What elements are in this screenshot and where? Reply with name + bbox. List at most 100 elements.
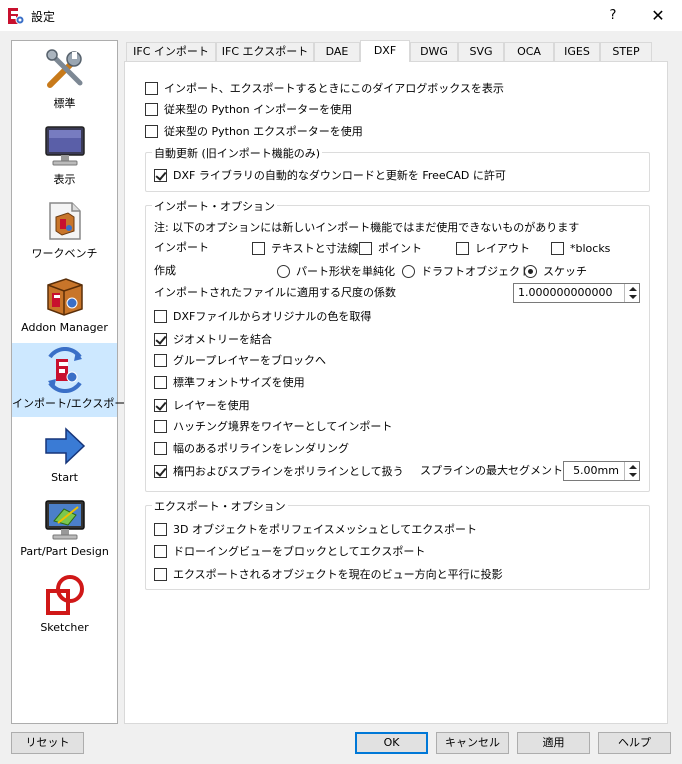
render-polylines-checkbox[interactable]: 幅のあるポリラインをレンダリング	[154, 439, 349, 457]
scale-factor-spinbox[interactable]: 1.000000000000	[513, 283, 640, 303]
checkbox-box	[154, 309, 167, 323]
title-bar: 設定 ? ✕	[0, 0, 682, 31]
checkbox-box	[154, 544, 167, 558]
scale-factor-value: 1.000000000000	[518, 286, 613, 299]
import-layouts-checkbox[interactable]: レイアウト	[456, 239, 530, 257]
spin-down-icon[interactable]	[629, 473, 637, 477]
checkbox-box	[154, 419, 167, 433]
addon-box-icon	[47, 278, 83, 316]
original-colors-checkbox[interactable]: DXFファイルからオリジナルの色を取得	[154, 307, 371, 325]
discretize-ellipses-checkbox[interactable]: 楕円およびスプラインをポリラインとして扱う	[154, 462, 404, 480]
checkbox-box	[154, 168, 167, 182]
checkbox-box	[154, 441, 167, 455]
sidebar-item-general[interactable]: 標準	[12, 43, 117, 117]
cancel-button[interactable]: キャンセル	[436, 732, 509, 754]
checkbox-box	[154, 464, 167, 478]
checkbox-box	[252, 241, 265, 255]
group-layers-checkbox[interactable]: グループレイヤーをブロックへ	[154, 351, 326, 369]
tab-iges[interactable]: IGES	[554, 42, 600, 61]
tab-step[interactable]: STEP	[600, 42, 652, 61]
create-label: 作成	[154, 264, 176, 277]
sidebar-item-part-design[interactable]: Part/Part Design	[12, 493, 117, 567]
spin-up-icon[interactable]	[629, 287, 637, 291]
import-texts-checkbox[interactable]: テキストと寸法線	[252, 239, 359, 257]
import-options-group: インポート・オプション 注: 以下のオプションには新しいインポート機能ではまだ使…	[145, 198, 650, 492]
tab-oca[interactable]: OCA	[504, 42, 554, 61]
category-sidebar: 標準 表示 ワークベンチ Addon Manager インポート/エクスポート …	[11, 40, 137, 724]
project-to-view-checkbox[interactable]: エクスポートされるオブジェクトを現在のビュー方向と平行に投影	[154, 565, 503, 583]
tab-dae[interactable]: DAE	[314, 42, 360, 61]
checkbox-box	[154, 332, 167, 346]
spin-down-icon[interactable]	[629, 295, 637, 299]
tab-ifc-export[interactable]: IFC エクスポート	[216, 42, 314, 61]
checkbox-box	[551, 241, 564, 255]
workbench-icon	[49, 202, 81, 240]
checkbox-box	[145, 124, 158, 138]
import-label: インポート	[154, 241, 209, 254]
sidebar-item-label: Part/Part Design	[20, 545, 109, 558]
apply-button[interactable]: 適用	[517, 732, 590, 754]
checkbox-box	[359, 241, 372, 255]
checkbox-box	[154, 567, 167, 581]
dxf-settings-panel: インポート、エクスポートするときにこのダイアログボックスを表示 従来型の Pyt…	[124, 61, 668, 724]
sidebar-item-addon-manager[interactable]: Addon Manager	[12, 269, 117, 343]
group-title: インポート・オプション	[152, 198, 277, 214]
sidebar-item-label: 表示	[53, 173, 76, 186]
help-title-button[interactable]: ?	[596, 4, 630, 28]
legacy-exporter-checkbox[interactable]: 従来型の Python エクスポーターを使用	[145, 122, 363, 140]
freecad-logo-icon	[8, 8, 25, 25]
scale-label: インポートされたファイルに適用する尺度の係数	[154, 286, 396, 299]
sidebar-item-workbench[interactable]: ワークベンチ	[12, 193, 117, 267]
spin-arrows[interactable]	[624, 284, 639, 302]
sidebar-item-label: Addon Manager	[21, 321, 108, 334]
checkbox-box	[154, 398, 167, 412]
tab-dwg[interactable]: DWG	[410, 42, 458, 61]
sidebar-item-import-export[interactable]: インポート/エクスポート	[12, 343, 137, 417]
sidebar-item-start[interactable]: Start	[12, 419, 117, 493]
close-button[interactable]: ✕	[640, 4, 676, 28]
export-options-group: エクスポート・オプション 3D オブジェクトをポリフェイスメッシュとしてエクスポ…	[145, 498, 650, 590]
spin-up-icon[interactable]	[629, 465, 637, 469]
sidebar-item-label: Start	[51, 471, 78, 484]
checkbox-box	[154, 353, 167, 367]
spin-arrows[interactable]	[624, 462, 639, 480]
window-title: 設定	[31, 10, 56, 24]
ok-button[interactable]: OK	[355, 732, 428, 754]
checkbox-box	[145, 81, 158, 95]
arrow-right-icon	[45, 427, 86, 465]
monitor-icon	[45, 126, 85, 166]
standard-font-size-checkbox[interactable]: 標準フォントサイズを使用	[154, 373, 305, 391]
import-points-checkbox[interactable]: ポイント	[359, 239, 422, 257]
import-note: 注: 以下のオプションには新しいインポート機能ではまだ使用できないものがあります	[154, 221, 580, 234]
checkbox-box	[456, 241, 469, 255]
legacy-importer-checkbox[interactable]: 従来型の Python インポーターを使用	[145, 100, 352, 118]
import-export-icon	[48, 347, 82, 393]
sidebar-item-label: 標準	[53, 97, 76, 110]
create-simple-part-radio[interactable]: パート形状を単純化	[277, 262, 395, 280]
sidebar-item-label: インポート/エクスポート	[12, 397, 137, 410]
tab-dxf[interactable]: DXF	[360, 40, 410, 62]
create-draft-radio[interactable]: ドラフトオブジェクト	[402, 262, 531, 280]
auto-download-checkbox[interactable]: DXF ライブラリの自動的なダウンロードと更新を FreeCAD に許可	[154, 166, 506, 184]
sketcher-icon	[46, 575, 84, 615]
radio-circle	[524, 264, 537, 278]
spline-segments-spinbox[interactable]: 5.00mm	[563, 461, 640, 481]
sidebar-item-sketcher[interactable]: Sketcher	[12, 569, 117, 643]
spline-segments-label: スプラインの最大セグメント数:	[420, 464, 578, 477]
drawing-views-blocks-checkbox[interactable]: ドローイングビューをブロックとしてエクスポート	[154, 542, 425, 560]
help-button[interactable]: ヘルプ	[598, 732, 671, 754]
import-blocks-checkbox[interactable]: *blocks	[551, 239, 610, 257]
reset-button[interactable]: リセット	[11, 732, 84, 754]
polyface-mesh-checkbox[interactable]: 3D オブジェクトをポリフェイスメッシュとしてエクスポート	[154, 520, 477, 538]
sidebar-item-label: Sketcher	[40, 621, 89, 634]
hatch-wires-checkbox[interactable]: ハッチング境界をワイヤーとしてインポート	[154, 417, 392, 435]
sidebar-item-display[interactable]: 表示	[12, 119, 117, 193]
join-geometry-checkbox[interactable]: ジオメトリーを結合	[154, 330, 272, 348]
show-dialog-checkbox[interactable]: インポート、エクスポートするときにこのダイアログボックスを表示	[145, 79, 504, 97]
part-design-icon	[45, 500, 85, 540]
create-sketch-radio[interactable]: スケッチ	[524, 262, 587, 280]
tab-ifc-import[interactable]: IFC インポート	[126, 42, 216, 61]
use-layers-checkbox[interactable]: レイヤーを使用	[154, 396, 250, 414]
spline-segments-value: 5.00mm	[573, 464, 619, 477]
tab-svg[interactable]: SVG	[458, 42, 504, 61]
